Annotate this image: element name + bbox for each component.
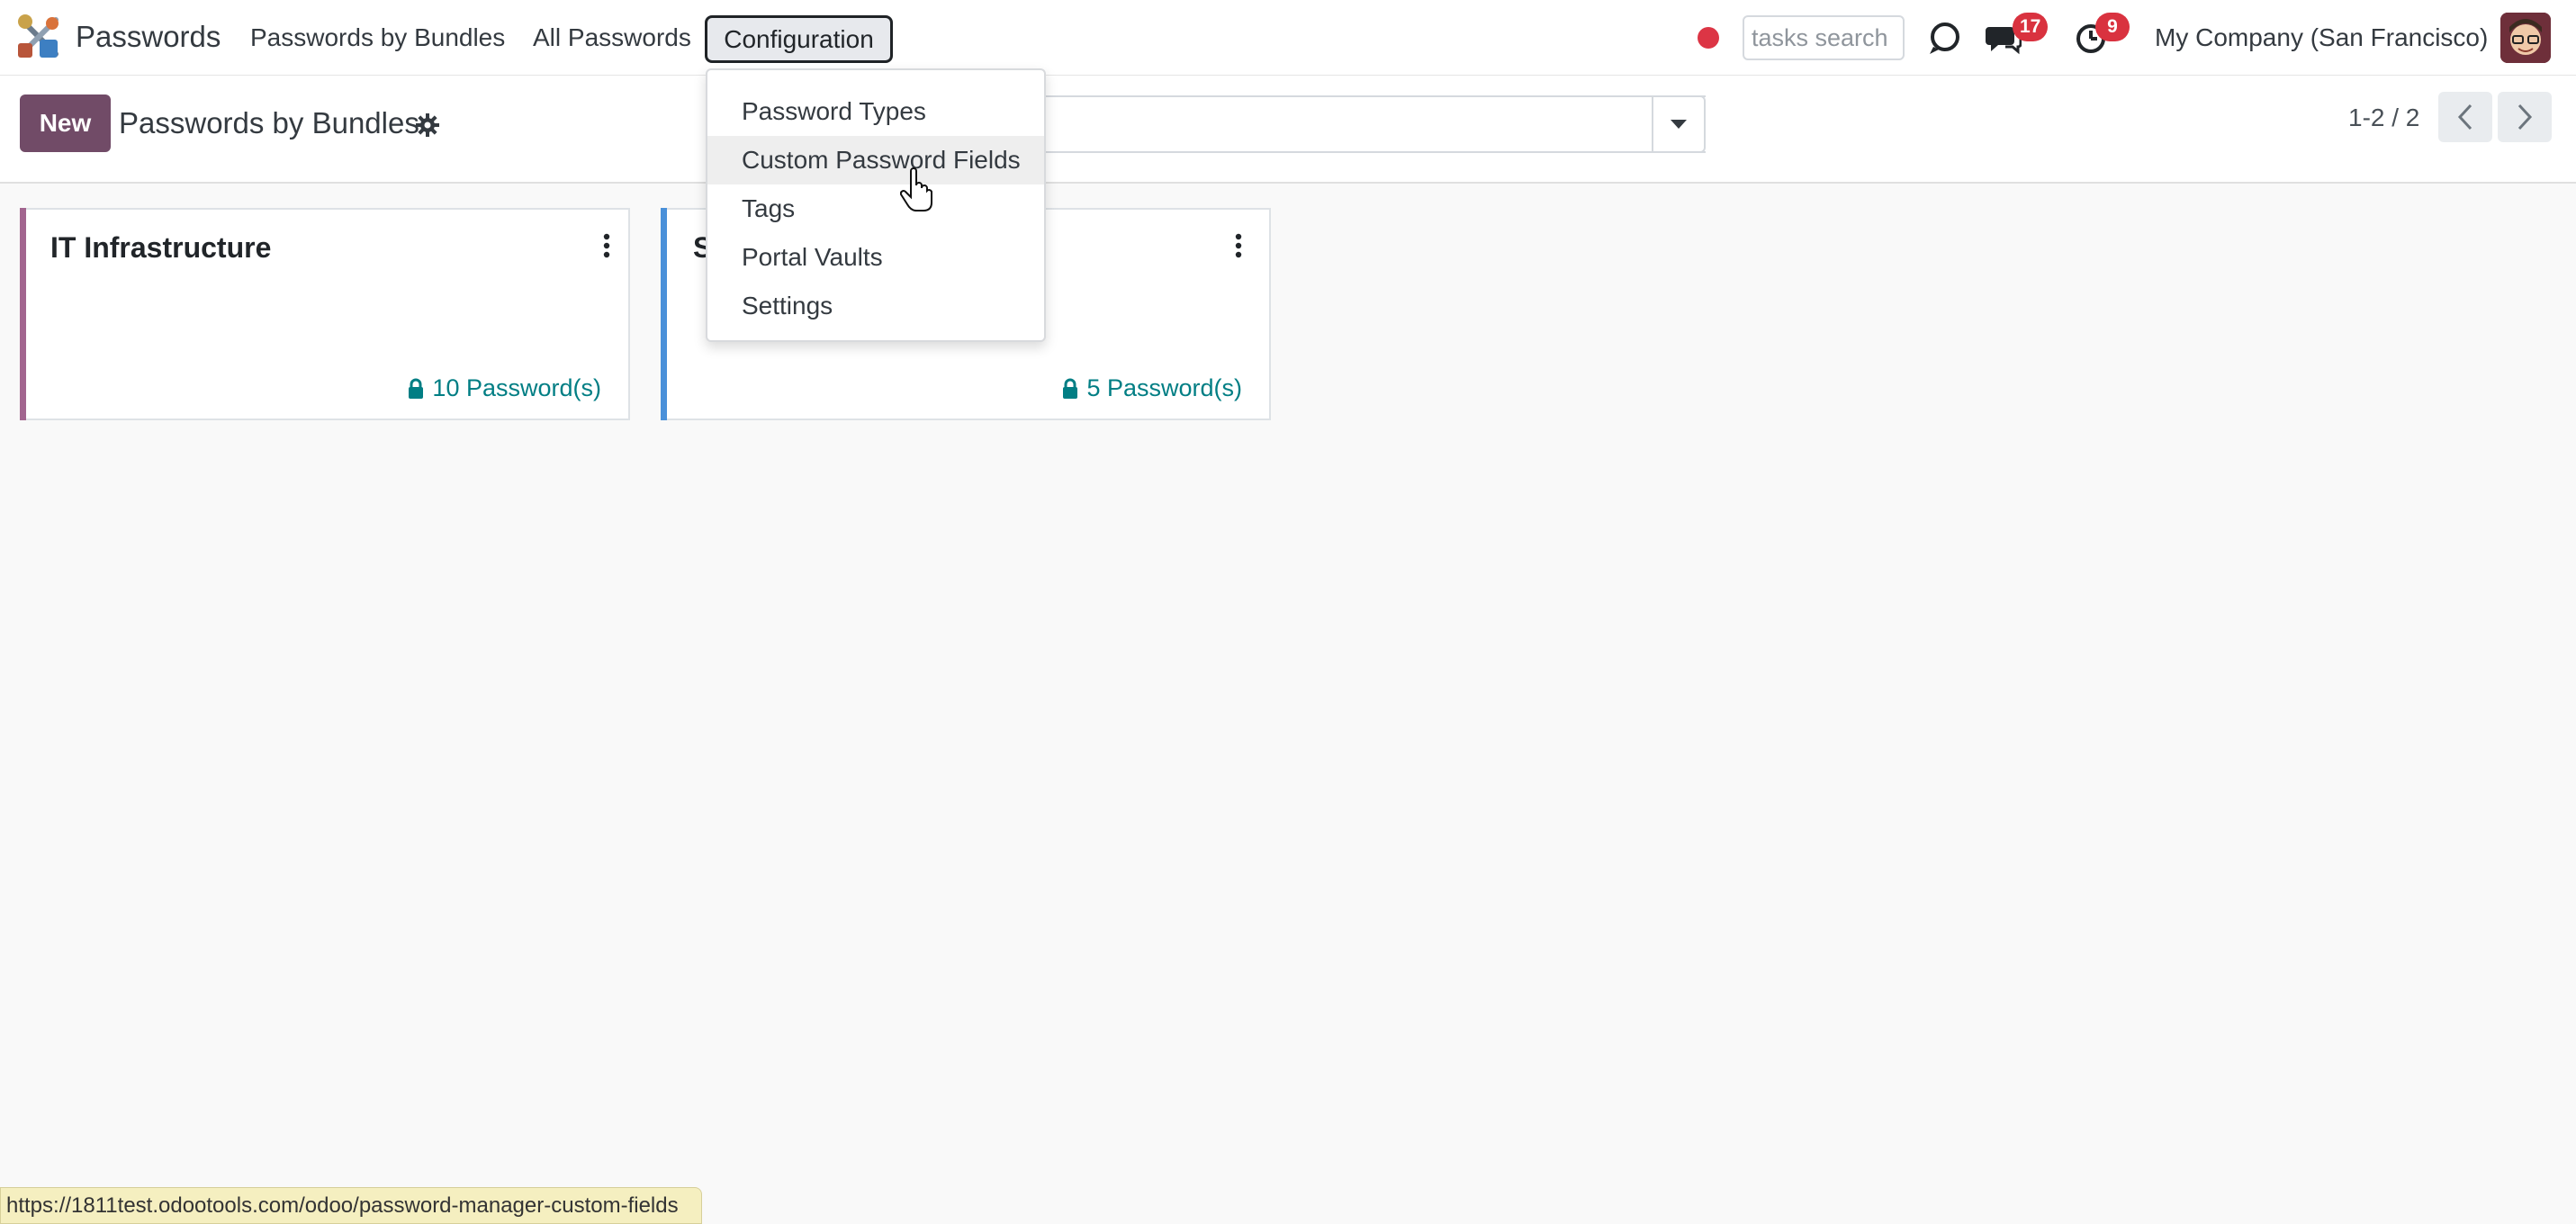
pager-previous-button[interactable]	[2438, 92, 2492, 142]
chevron-right-icon	[2517, 104, 2533, 130]
new-button[interactable]: New	[20, 94, 111, 152]
passwords-app-logo-icon[interactable]	[14, 11, 63, 63]
lock-icon	[409, 378, 424, 399]
user-avatar[interactable]	[2500, 13, 2551, 63]
control-panel: New Passwords by Bundles 1-2 / 2	[0, 76, 2576, 184]
password-count-link[interactable]: 10 Password(s)	[407, 374, 601, 402]
password-count-link[interactable]: 5 Password(s)	[1061, 374, 1242, 402]
page-title: Passwords by Bundles	[119, 106, 419, 140]
configuration-dropdown-menu: Password Types Custom Password Fields Ta…	[706, 68, 1046, 342]
pager-next-button[interactable]	[2498, 92, 2552, 142]
top-navbar: Passwords Passwords by Bundles All Passw…	[0, 0, 2576, 76]
pager-value[interactable]: 1-2 / 2	[2348, 104, 2419, 132]
card-menu-icon[interactable]	[1229, 231, 1247, 262]
recording-indicator-icon[interactable]	[1698, 27, 1719, 49]
menu-item-custom-password-fields[interactable]: Custom Password Fields	[707, 136, 1044, 184]
password-count-label: 5 Password(s)	[1086, 374, 1242, 401]
menu-item-tags[interactable]: Tags	[707, 184, 1044, 233]
status-bar-url: https://1811test.odootools.com/odoo/pass…	[0, 1187, 702, 1224]
gear-icon[interactable]	[416, 113, 439, 137]
activities-count-badge: 9	[2095, 13, 2130, 41]
lock-icon	[1063, 378, 1078, 399]
hand-pointer-icon	[900, 167, 932, 212]
card-color-stripe	[20, 208, 26, 420]
menu-all-passwords[interactable]: All Passwords	[533, 23, 691, 52]
discuss-chat-icon[interactable]	[1926, 20, 1962, 56]
app-name[interactable]: Passwords	[76, 20, 221, 54]
menu-item-portal-vaults[interactable]: Portal Vaults	[707, 233, 1044, 282]
user-avatar-icon	[2500, 13, 2551, 63]
card-color-stripe	[661, 208, 667, 420]
caret-down-icon	[1671, 120, 1687, 129]
messages-count-badge: 17	[2013, 13, 2049, 41]
company-switcher[interactable]: My Company (San Francisco)	[2155, 23, 2488, 52]
password-count-label: 10 Password(s)	[432, 374, 601, 401]
tasks-search-input[interactable]	[1743, 15, 1905, 60]
menu-passwords-by-bundles[interactable]: Passwords by Bundles	[250, 23, 505, 52]
chevron-left-icon	[2457, 104, 2472, 130]
menu-item-settings[interactable]: Settings	[707, 282, 1044, 330]
menu-item-password-types[interactable]: Password Types	[707, 87, 1044, 136]
search-input[interactable]	[1008, 95, 1706, 153]
search-options-toggle[interactable]	[1652, 95, 1706, 153]
card-menu-icon[interactable]	[598, 231, 616, 262]
bundle-card-title: IT Infrastructure	[50, 231, 272, 264]
menu-configuration[interactable]: Configuration	[705, 15, 893, 63]
bundle-card[interactable]: IT Infrastructure 10 Password(s)	[20, 208, 630, 420]
